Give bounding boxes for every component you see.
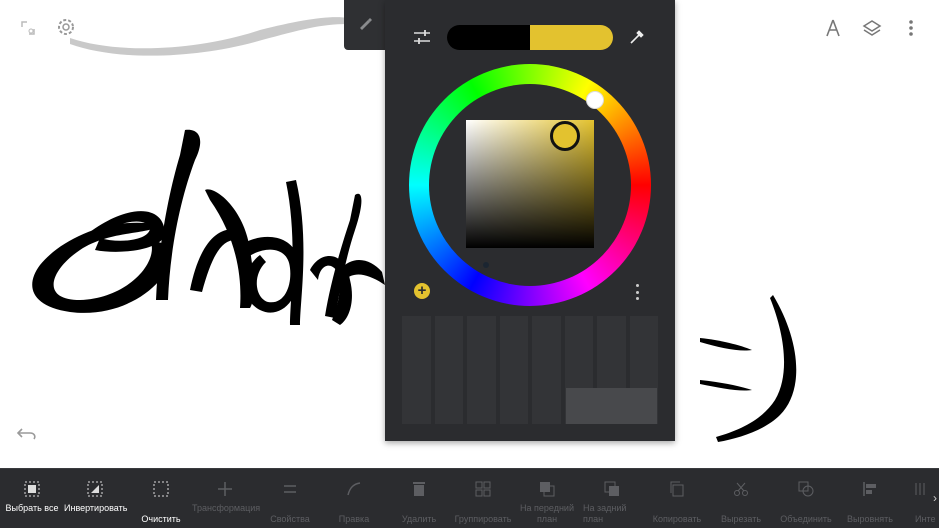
palette-slot[interactable] <box>467 316 496 424</box>
toolbar-item-copy[interactable]: Копировать <box>646 469 708 528</box>
toolbar-item-clear[interactable]: Очистить <box>130 469 192 528</box>
previous-color-swatch[interactable] <box>530 25 613 50</box>
palette-slot[interactable] <box>402 316 431 424</box>
toolbar-item-invert[interactable]: Инвертировать <box>64 469 128 528</box>
brush-icon <box>357 15 373 36</box>
trash-icon <box>410 480 428 498</box>
toolbar-item-transform[interactable]: Трансформация <box>192 469 261 528</box>
group-icon <box>474 480 492 498</box>
ruler-compass-icon[interactable] <box>819 14 847 42</box>
merge-icon <box>797 480 815 498</box>
color-picker-panel: + <box>385 0 675 441</box>
toolbar-item-cut[interactable]: Вырезать <box>710 469 772 528</box>
saturation-value-knob[interactable] <box>550 121 580 151</box>
properties-icon <box>281 480 299 498</box>
transform-handle-icon[interactable] <box>14 14 42 42</box>
toolbar-label: Выровнять <box>847 514 893 524</box>
toolbar-label: Удалить <box>401 514 437 524</box>
toolbar-label: Инвертировать <box>64 503 128 513</box>
send-back-icon <box>603 480 621 498</box>
toolbar-item-interval[interactable]: Инте <box>903 469 937 528</box>
select-all-icon <box>23 480 41 498</box>
toolbar-item-align[interactable]: Выровнять <box>839 469 901 528</box>
current-color-swatch[interactable] <box>447 25 530 50</box>
toolbar-label: Правка <box>338 514 370 524</box>
edit-icon <box>345 480 363 498</box>
palette-slot[interactable] <box>532 316 561 424</box>
toolbar-label: Вырезать <box>720 514 762 524</box>
toolbar-item-properties[interactable]: Свойства <box>259 469 321 528</box>
toolbar-item-group[interactable]: Группировать <box>452 469 514 528</box>
palette-more-icon[interactable] <box>631 282 643 302</box>
brush-tool-tab[interactable] <box>344 0 386 50</box>
toolbar-item-merge[interactable]: Объединить <box>775 469 837 528</box>
grey-stroke <box>70 17 348 56</box>
overflow-menu-icon[interactable] <box>897 14 925 42</box>
align-icon <box>861 480 879 498</box>
toolbar-item-bring-front[interactable]: На передний план <box>516 469 578 528</box>
toolbar-label: Выбрать все <box>5 503 59 513</box>
palette-selected-slot[interactable] <box>566 388 657 424</box>
toolbar-label: Копировать <box>652 514 702 524</box>
layers-icon[interactable] <box>858 14 886 42</box>
hue-wheel[interactable] <box>409 64 651 306</box>
hue-knob[interactable] <box>586 91 604 109</box>
transform-icon <box>216 480 234 498</box>
toolbar-label: Группировать <box>454 514 512 524</box>
toolbar-scroll-more-icon[interactable]: › <box>933 491 937 505</box>
toolbar-item-send-back[interactable]: На задний план <box>581 469 643 528</box>
drawing-app: + Выбрать все Инвертировать Очистить Тра… <box>0 0 939 528</box>
settings-gear-icon[interactable] <box>52 13 80 41</box>
palette-slot[interactable] <box>499 316 528 424</box>
invert-selection-icon <box>86 480 104 498</box>
eyedropper-icon[interactable] <box>628 28 648 48</box>
grid-icon <box>911 480 929 498</box>
toolbar-item-select-all[interactable]: Выбрать все <box>1 469 63 528</box>
toolbar-label: На задний план <box>583 503 627 524</box>
toolbar-label: На передний план <box>520 503 574 524</box>
toolbar-label: Объединить <box>780 514 832 524</box>
toolbar-label: Очистить <box>141 514 181 524</box>
undo-icon[interactable] <box>16 426 40 444</box>
selection-toolbar: Выбрать все Инвертировать Очистить Транс… <box>0 468 939 528</box>
toolbar-item-delete[interactable]: Удалить <box>388 469 450 528</box>
color-swatch-compare[interactable] <box>447 25 613 50</box>
scissors-icon <box>732 480 750 498</box>
toolbar-label: Свойства <box>270 514 310 524</box>
palette-slot[interactable] <box>434 316 463 424</box>
sliders-icon[interactable] <box>412 28 434 48</box>
toolbar-label: Трансформация <box>192 503 261 513</box>
wheel-marker-dot <box>483 262 489 268</box>
add-color-button[interactable]: + <box>414 283 430 299</box>
copy-icon <box>668 480 686 498</box>
bring-front-icon <box>538 480 556 498</box>
toolbar-label: Инте <box>915 514 936 524</box>
clear-selection-icon <box>152 480 170 498</box>
toolbar-item-edit[interactable]: Правка <box>323 469 385 528</box>
